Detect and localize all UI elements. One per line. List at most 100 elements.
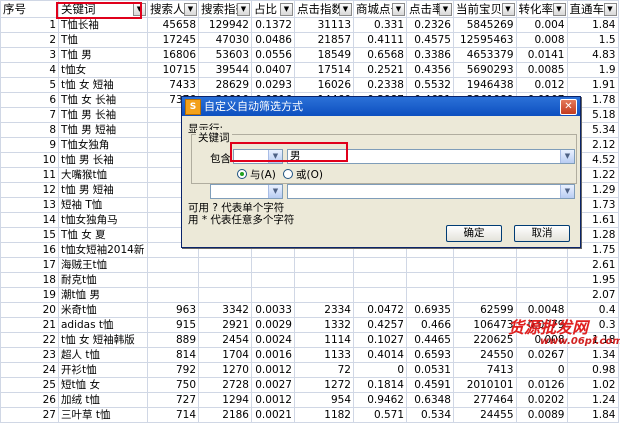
- table-cell[interactable]: 7413: [453, 362, 517, 378]
- table-cell[interactable]: t恤女短袖2014新: [58, 242, 148, 258]
- table-cell[interactable]: [294, 272, 354, 288]
- table-cell[interactable]: 0.0012: [251, 392, 295, 408]
- table-cell[interactable]: 0.466: [406, 317, 454, 333]
- table-cell[interactable]: 14: [0, 212, 59, 228]
- table-cell[interactable]: 0.5532: [406, 77, 454, 93]
- table-cell[interactable]: 2921: [198, 317, 252, 333]
- table-cell[interactable]: 24455: [453, 407, 517, 423]
- filter-dropdown-icon[interactable]: ▼: [603, 3, 617, 16]
- table-cell[interactable]: 31113: [294, 17, 354, 33]
- table-cell[interactable]: T恤 男 短袖: [58, 122, 148, 138]
- table-cell[interactable]: 1114: [294, 332, 354, 348]
- column-header[interactable]: 直通车 ▼: [566, 0, 619, 18]
- table-cell[interactable]: 0.0293: [251, 77, 295, 93]
- table-cell[interactable]: 海贼王t恤: [58, 257, 148, 273]
- table-cell[interactable]: 18: [0, 272, 59, 288]
- table-cell[interactable]: [147, 257, 199, 273]
- cancel-button[interactable]: 取消: [514, 225, 570, 242]
- table-cell[interactable]: 0.0085: [515, 62, 568, 78]
- table-cell[interactable]: 9: [0, 137, 59, 153]
- table-cell[interactable]: 72: [294, 362, 354, 378]
- table-cell[interactable]: t恤 女 短袖: [58, 77, 148, 93]
- table-cell[interactable]: 792: [147, 362, 199, 378]
- chevron-down-icon[interactable]: ▼: [268, 185, 282, 198]
- filter-dropdown-icon[interactable]: ▼: [184, 3, 197, 16]
- column-header[interactable]: 点击指数 ▼: [294, 0, 354, 18]
- table-cell[interactable]: 220625: [453, 332, 517, 348]
- table-cell[interactable]: [251, 257, 295, 273]
- table-cell[interactable]: t恤女: [58, 62, 148, 78]
- and-radio[interactable]: [237, 169, 247, 179]
- table-cell[interactable]: 0.1372: [251, 17, 295, 33]
- filter-dropdown-icon[interactable]: ▼: [339, 3, 352, 16]
- table-cell[interactable]: 0.0033: [251, 302, 295, 318]
- table-cell[interactable]: 106473: [453, 317, 517, 333]
- table-cell[interactable]: 17514: [294, 62, 354, 78]
- table-cell[interactable]: 4653379: [453, 47, 517, 63]
- table-cell[interactable]: 1.9: [566, 62, 619, 78]
- table-cell[interactable]: 1182: [294, 407, 354, 423]
- filter-dropdown-icon[interactable]: ▼: [501, 3, 515, 16]
- table-cell[interactable]: [515, 287, 568, 303]
- table-cell[interactable]: 2334: [294, 302, 354, 318]
- table-cell[interactable]: 0.4014: [353, 347, 407, 363]
- table-cell[interactable]: 7433: [147, 77, 199, 93]
- column-header[interactable]: 占比 ▼: [251, 0, 295, 18]
- table-cell[interactable]: 53603: [198, 47, 252, 63]
- table-cell[interactable]: 三叶草 t恤: [58, 407, 148, 423]
- table-cell[interactable]: 4.83: [566, 47, 619, 63]
- table-cell[interactable]: 0.0531: [406, 362, 454, 378]
- table-cell[interactable]: 814: [147, 347, 199, 363]
- table-cell[interactable]: 16: [0, 242, 59, 258]
- table-cell[interactable]: 18549: [294, 47, 354, 63]
- table-cell[interactable]: 45658: [147, 17, 199, 33]
- table-cell[interactable]: 24: [0, 362, 59, 378]
- table-cell[interactable]: 2.61: [566, 257, 619, 273]
- table-cell[interactable]: 12595463: [453, 32, 517, 48]
- table-cell[interactable]: t恤 男 长袖: [58, 152, 148, 168]
- table-cell[interactable]: 0.0012: [251, 362, 295, 378]
- table-cell[interactable]: 129942: [198, 17, 252, 33]
- table-cell[interactable]: 0.571: [353, 407, 407, 423]
- table-cell[interactable]: 0: [353, 362, 407, 378]
- table-cell[interactable]: 0.4575: [406, 32, 454, 48]
- table-cell[interactable]: 47030: [198, 32, 252, 48]
- table-cell[interactable]: [294, 287, 354, 303]
- table-cell[interactable]: 0.0016: [251, 347, 295, 363]
- table-cell[interactable]: 62599: [453, 302, 517, 318]
- table-cell[interactable]: [515, 272, 568, 288]
- table-cell[interactable]: 0: [515, 362, 568, 378]
- table-cell[interactable]: 3342: [198, 302, 252, 318]
- table-cell[interactable]: [198, 272, 252, 288]
- table-cell[interactable]: 0.004: [515, 17, 568, 33]
- table-cell[interactable]: 0.0486: [251, 32, 295, 48]
- table-cell[interactable]: 0.2338: [353, 77, 407, 93]
- table-cell[interactable]: 1: [0, 17, 59, 33]
- table-cell[interactable]: T恤 男: [58, 47, 148, 63]
- table-cell[interactable]: 6: [0, 92, 59, 108]
- table-cell[interactable]: 0.6593: [406, 347, 454, 363]
- table-cell[interactable]: 12: [0, 182, 59, 198]
- table-cell[interactable]: 0.0126: [515, 377, 568, 393]
- table-cell[interactable]: 开衫t恤: [58, 362, 148, 378]
- table-cell[interactable]: [198, 257, 252, 273]
- table-cell[interactable]: [147, 272, 199, 288]
- table-cell[interactable]: 1294: [198, 392, 252, 408]
- table-cell[interactable]: [353, 257, 407, 273]
- table-cell[interactable]: 0.2521: [353, 62, 407, 78]
- table-cell[interactable]: [353, 287, 407, 303]
- table-cell[interactable]: 16026: [294, 77, 354, 93]
- table-cell[interactable]: 0.98: [566, 362, 619, 378]
- table-cell[interactable]: 15: [0, 227, 59, 243]
- table-cell[interactable]: 0.0267: [515, 347, 568, 363]
- table-cell[interactable]: 5: [0, 77, 59, 93]
- table-cell[interactable]: 277464: [453, 392, 517, 408]
- table-cell[interactable]: [453, 257, 517, 273]
- table-cell[interactable]: 1946438: [453, 77, 517, 93]
- table-cell[interactable]: [353, 272, 407, 288]
- table-cell[interactable]: 16806: [147, 47, 199, 63]
- table-cell[interactable]: 39544: [198, 62, 252, 78]
- table-cell[interactable]: 20: [0, 302, 59, 318]
- table-cell[interactable]: [251, 287, 295, 303]
- table-cell[interactable]: 0.0021: [251, 407, 295, 423]
